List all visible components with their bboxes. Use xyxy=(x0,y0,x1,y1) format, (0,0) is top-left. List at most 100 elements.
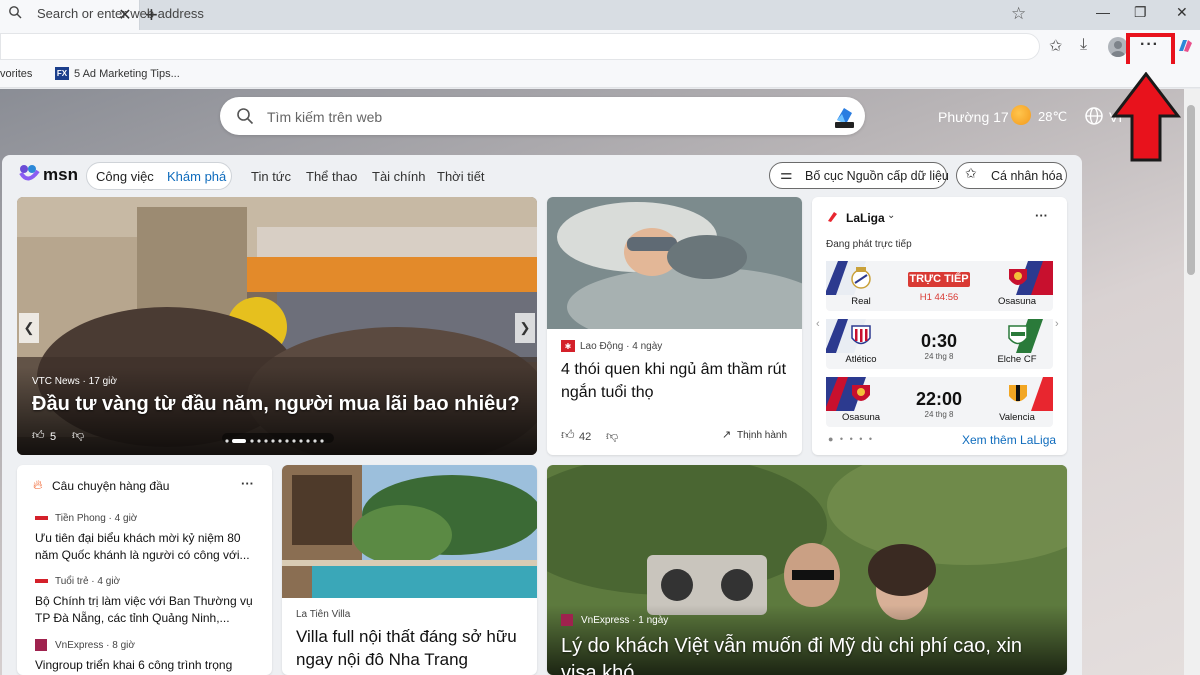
laliga-logo-icon xyxy=(828,212,837,222)
highlight-box xyxy=(1126,33,1175,68)
search-icon xyxy=(237,108,254,125)
feed-layout-label[interactable]: Bố cục Nguồn cấp dữ liệu xyxy=(805,169,949,183)
match-time: 22:00 xyxy=(915,389,963,409)
thumbs-up-icon[interactable]: 👍︎ xyxy=(32,428,45,443)
story-title[interactable]: Bộ Chính trị làm việc với Ban Thường vụ … xyxy=(35,593,257,627)
weather-sun-icon xyxy=(1011,105,1031,125)
vnexpress-logo-icon xyxy=(35,639,47,651)
match-date: 24 thg 8 xyxy=(924,410,954,419)
away-team[interactable]: Elche CF xyxy=(992,354,1042,365)
restore-icon[interactable]: ❐ xyxy=(1134,4,1147,21)
villa-source[interactable]: La Tiên Villa xyxy=(296,609,350,620)
top-stories-title[interactable]: Câu chuyện hàng đầu xyxy=(52,479,169,493)
away-team[interactable]: Osasuna xyxy=(992,296,1042,307)
match-time: H1 44:56 xyxy=(919,292,959,303)
profile-avatar[interactable] xyxy=(1108,37,1128,57)
card2-title[interactable]: 4 thói quen khi ngủ âm thầm rút ngắn tuổ… xyxy=(561,358,793,404)
chevron-down-icon[interactable]: ⌄ xyxy=(887,210,895,221)
nav-work[interactable]: Công việc xyxy=(96,169,154,184)
weather-location[interactable]: Phường 17 xyxy=(938,109,1009,125)
laodong-logo-icon: ✱ xyxy=(561,340,575,352)
nav-explore[interactable]: Khám phá xyxy=(167,169,226,184)
scroll-thumb[interactable] xyxy=(1187,105,1195,275)
villa-title[interactable]: Villa full nội thất đáng sở hữu ngay nội… xyxy=(296,625,526,671)
big-source[interactable]: VnExpress · 1 ngày xyxy=(581,615,668,626)
hero-prev-button[interactable]: ❮ xyxy=(19,313,39,343)
news-card[interactable] xyxy=(547,197,802,455)
story-title[interactable]: Vingroup triển khai 6 công trình trọng xyxy=(35,657,257,674)
story-title[interactable]: Ưu tiên đại biểu khách mời kỷ niệm 80 nă… xyxy=(35,530,257,564)
see-more-laliga-link[interactable]: Xem thêm LaLiga xyxy=(962,433,1056,447)
nav-finance[interactable]: Tài chính xyxy=(372,169,425,184)
hero-like-count: 5 xyxy=(50,431,57,443)
story-source[interactable]: Tuổi trẻ · 4 giờ xyxy=(55,576,120,587)
address-bar[interactable] xyxy=(0,33,1040,60)
copilot-icon[interactable] xyxy=(1176,37,1194,55)
hero-next-button[interactable]: ❯ xyxy=(515,313,535,343)
pager-dots[interactable]: ● • • • • xyxy=(828,434,874,444)
live-badge: TRỰC TIẾP xyxy=(908,272,970,287)
search-placeholder[interactable]: Tìm kiếm trên web xyxy=(267,109,382,125)
nav-sports[interactable]: Thể thao xyxy=(306,169,357,184)
story-source[interactable]: VnExpress · 8 giờ xyxy=(55,640,135,651)
personalize-icon: ✩ xyxy=(965,165,977,181)
live-label: Đang phát trực tiếp xyxy=(826,239,912,250)
close-window-icon[interactable]: ✕ xyxy=(1176,4,1188,21)
sleeping-woman-image xyxy=(547,197,802,347)
chevron-right-icon[interactable]: › xyxy=(1055,318,1059,330)
globe-icon[interactable] xyxy=(1084,106,1104,126)
favorites-bar xyxy=(0,64,1200,88)
personalize-label[interactable]: Cá nhân hóa xyxy=(991,169,1063,183)
thumbs-down-icon[interactable]: 👎︎ xyxy=(72,428,84,443)
favorite-link[interactable]: 5 Ad Marketing Tips... xyxy=(74,68,180,80)
source-logo-icon xyxy=(35,516,48,520)
card2-source[interactable]: Lao Động · 4 ngày xyxy=(580,341,662,352)
minimize-icon[interactable]: — xyxy=(1096,4,1110,20)
hero-image[interactable] xyxy=(17,197,537,455)
download-icon[interactable]: ⤓ xyxy=(1080,36,1087,54)
laliga-title[interactable]: LaLiga xyxy=(846,211,885,225)
osasuna-crest-icon xyxy=(1009,269,1027,285)
osasuna-crest-icon xyxy=(852,385,870,401)
home-team[interactable]: Osasuna xyxy=(836,412,886,423)
match-date: 24 thg 8 xyxy=(924,352,954,361)
real-madrid-crest-icon xyxy=(851,267,871,289)
m365-icon[interactable] xyxy=(832,104,857,129)
thumbs-up-icon[interactable]: 👍︎ xyxy=(561,427,575,443)
more-options-icon[interactable]: ··· xyxy=(1035,208,1048,223)
card2-like-count: 42 xyxy=(579,431,592,443)
home-team[interactable]: Atlético xyxy=(836,354,886,365)
card2-trending[interactable]: Thịnh hành xyxy=(737,430,787,441)
atletico-crest-icon xyxy=(851,325,871,345)
thumbs-down-icon[interactable]: 👎︎ xyxy=(606,429,618,444)
nav-weather[interactable]: Thời tiết xyxy=(437,169,485,184)
elche-crest-icon xyxy=(1008,325,1028,345)
msn-logo-icon xyxy=(19,165,40,181)
home-team[interactable]: Real xyxy=(836,296,886,307)
chevron-left-icon[interactable]: ‹ xyxy=(816,318,820,330)
favorite-star-icon[interactable]: ☆ xyxy=(1011,4,1026,24)
more-options-icon[interactable]: ··· xyxy=(241,476,254,491)
source-logo-icon xyxy=(35,579,48,583)
big-title[interactable]: Lý do khách Việt vẫn muốn đi Mỹ dù chi p… xyxy=(561,633,1061,675)
valencia-crest-icon xyxy=(1009,385,1027,402)
favicon-icon: FX xyxy=(55,67,69,80)
hero-title[interactable]: Đầu tư vàng từ đầu năm, người mua lãi ba… xyxy=(32,393,527,416)
sliders-icon: ⚌ xyxy=(780,166,793,182)
match-score: 0:30 xyxy=(920,331,958,351)
story-source[interactable]: Tiền Phong · 4 giờ xyxy=(55,513,137,524)
address-placeholder[interactable]: Search or enter web address xyxy=(37,6,204,21)
favorites-icon[interactable]: ✩ xyxy=(1049,36,1062,56)
hero-source[interactable]: VTC News · 17 giờ xyxy=(32,376,117,387)
nav-news[interactable]: Tin tức xyxy=(251,169,291,184)
svg-text:✱: ✱ xyxy=(565,342,572,351)
msn-logo-text[interactable]: msn xyxy=(43,165,78,185)
flame-icon: 🔥︎ xyxy=(33,477,43,492)
villa-image xyxy=(282,465,537,598)
weather-temperature[interactable]: 28℃ xyxy=(1038,109,1067,125)
favorites-label[interactable]: vorites xyxy=(0,68,32,80)
trending-icon: ↗ xyxy=(722,429,732,441)
away-team[interactable]: Valencia xyxy=(992,412,1042,423)
search-icon xyxy=(9,6,22,19)
carousel-dots[interactable] xyxy=(222,433,334,443)
